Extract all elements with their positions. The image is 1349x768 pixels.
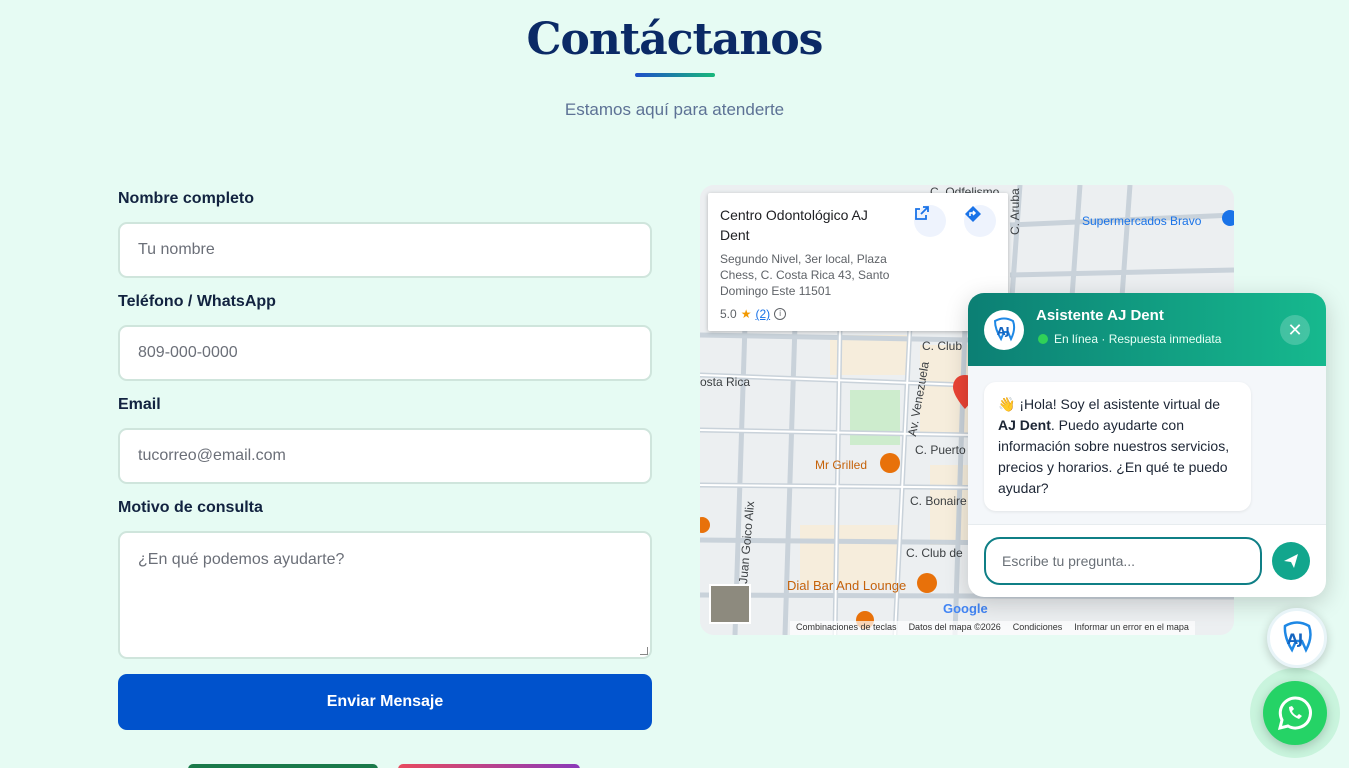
whatsapp-fab[interactable]	[1263, 681, 1327, 745]
svg-text:AJ: AJ	[1287, 632, 1303, 648]
email-input[interactable]: tucorreo@email.com	[118, 428, 652, 484]
phone-label: Teléfono / WhatsApp	[118, 293, 276, 310]
chat-title: Asistente AJ Dent	[1036, 307, 1164, 324]
submit-button[interactable]: Enviar Mensaje	[118, 674, 652, 730]
chat-input-bar: Escribe tu pregunta...	[968, 524, 1326, 597]
chat-input[interactable]: Escribe tu pregunta...	[984, 537, 1263, 585]
email-label: Email	[118, 396, 161, 413]
reason-placeholder: ¿En qué podemos ayudarte?	[138, 551, 345, 568]
map-data-text: Datos del mapa ©2026	[908, 622, 1001, 632]
rating-value: 5.0	[720, 307, 737, 321]
map-label-club-de: C. Club de	[906, 546, 963, 560]
resize-handle-icon[interactable]	[640, 647, 648, 655]
svg-text:AJ: AJ	[997, 325, 1010, 338]
bot-message-brand: AJ Dent	[998, 417, 1051, 433]
title-underline	[635, 73, 715, 77]
map-label-puerto: C. Puerto	[915, 443, 966, 457]
directions-icon[interactable]	[964, 205, 996, 237]
chat-widget: AJ Asistente AJ Dent En línea · Respuest…	[968, 293, 1326, 597]
chat-messages: 👋 ¡Hola! Soy el asistente virtual de AJ …	[968, 366, 1326, 524]
map-label-mr-grilled[interactable]: Mr Grilled	[815, 458, 867, 472]
aj-assistant-fab[interactable]: AJ	[1267, 608, 1327, 668]
social-button-partial[interactable]	[188, 764, 378, 768]
aj-dent-logo-icon: AJ	[984, 310, 1024, 350]
chat-header: AJ Asistente AJ Dent En línea · Respuest…	[968, 293, 1326, 366]
online-dot-icon	[1038, 334, 1048, 344]
aj-dent-fab-icon: AJ	[1283, 621, 1312, 653]
place-address: Segundo Nivel, 3er local, Plaza Chess, C…	[720, 252, 890, 298]
google-logo: Google	[943, 601, 988, 616]
chat-status: En línea · Respuesta inmediata	[1038, 332, 1221, 346]
review-count-link[interactable]: (2)	[755, 307, 770, 321]
place-rating: 5.0 ★ (2) i	[720, 307, 996, 321]
name-input[interactable]: Tu nombre	[118, 222, 652, 278]
map-label-club: C. Club	[922, 339, 963, 353]
map-label-bonaire: C. Bonaire	[910, 494, 967, 508]
send-icon[interactable]	[1272, 542, 1310, 580]
info-icon[interactable]: i	[774, 308, 787, 320]
reason-label: Motivo de consulta	[118, 499, 263, 516]
reason-textarea[interactable]: ¿En qué podemos ayudarte?	[118, 531, 652, 659]
place-name: Centro Odontológico AJ Dent	[720, 207, 868, 243]
bot-message-prefix: 👋 ¡Hola! Soy el asistente virtual de	[998, 396, 1221, 412]
page-subtitle: Estamos aquí para atenderte	[564, 100, 785, 119]
name-label: Nombre completo	[118, 190, 255, 207]
keyboard-shortcuts-link[interactable]: Combinaciones de teclas	[796, 622, 897, 634]
open-in-maps-icon[interactable]	[914, 205, 946, 237]
chat-status-text: En línea · Respuesta inmediata	[1054, 332, 1222, 346]
map-label-costa-rica: osta Rica	[700, 375, 751, 389]
phone-input[interactable]: 809-000-0000	[118, 325, 652, 381]
whatsapp-icon	[1277, 696, 1312, 731]
star-icon: ★	[740, 307, 752, 321]
close-icon[interactable]: ✕	[1280, 315, 1310, 345]
map-footer: Combinaciones de teclas Datos del mapa ©…	[790, 621, 1195, 635]
map-label-aruba: C. Aruba	[1008, 188, 1022, 235]
terms-link[interactable]: Condiciones	[1013, 622, 1063, 634]
page-title: Contáctanos	[526, 14, 824, 65]
map-label-dial-bar[interactable]: Dial Bar And Lounge	[787, 578, 906, 593]
report-error-link[interactable]: Informar un error en el mapa	[1074, 622, 1189, 634]
contact-form: Nombre completo Tu nombre Teléfono / Wha…	[118, 188, 652, 730]
place-info-card: Centro Odontológico AJ Dent Segundo Nive…	[708, 193, 1008, 331]
map-label-supermarket: Supermercados Bravo	[1082, 214, 1202, 228]
social-button-partial-2[interactable]	[398, 764, 580, 768]
bot-message: 👋 ¡Hola! Soy el asistente virtual de AJ …	[984, 382, 1251, 511]
